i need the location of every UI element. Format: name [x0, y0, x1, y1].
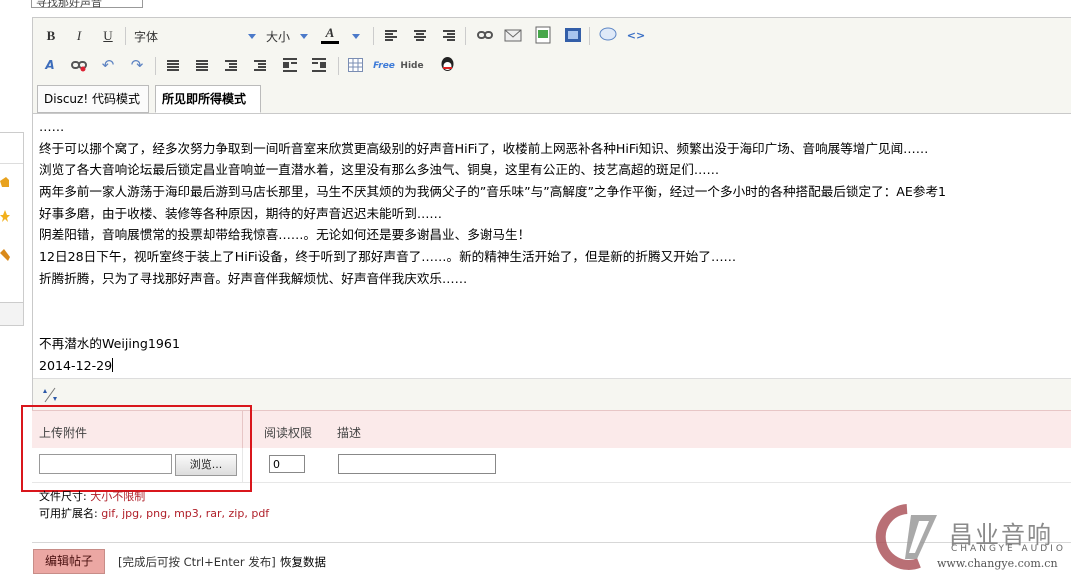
description-label: 描述	[337, 426, 362, 440]
editor-content[interactable]: …… 终于可以挪个窝了，经多次努力争取到一间听音室来欣赏更高级别的好声音HiFi…	[39, 116, 1071, 378]
content-line: 阴差阳错，音响展惯常的投票却带给我惊喜……。无论如何还是要多谢昌业、多谢马生！	[39, 227, 531, 243]
image-icon[interactable]	[535, 26, 551, 44]
text-caret	[112, 357, 114, 372]
file-size-line: 文件尺寸: 大小不限制	[39, 488, 269, 505]
qq-icon[interactable]	[440, 56, 455, 73]
permission-label: 阅读权限	[264, 426, 313, 440]
remove-format-icon[interactable]: A	[41, 56, 59, 74]
outdent-icon[interactable]	[225, 60, 237, 72]
left-panel-divider	[0, 163, 23, 164]
toolbar-separator	[465, 27, 466, 45]
align-left-icon[interactable]	[385, 30, 397, 42]
content-line: 两年多前一家人游荡于海印最后游到马店长那里，马生不厌其烦的为我俩父子的”音乐味”…	[39, 184, 947, 200]
font-select[interactable]: 字体	[134, 28, 158, 45]
description-input[interactable]	[338, 454, 496, 474]
highlight-box	[21, 405, 252, 492]
content-line: 浏览了各大音响论坛最后锁定昌业音响並一直潜水着，这里没有那么多浊气、铜臭，这里有…	[39, 162, 720, 178]
read-permission-input[interactable]: 0	[269, 455, 305, 473]
size-dropdown-arrow-icon[interactable]	[300, 34, 308, 39]
content-line: ……	[39, 119, 65, 134]
font-dropdown-arrow-icon[interactable]	[248, 34, 256, 39]
content-line	[39, 290, 1071, 312]
content-line: 好事多磨，由于收楼、装修等各种原因，期待的好声音迟迟未能听到……	[39, 205, 442, 221]
font-color-button[interactable]: A	[321, 24, 339, 44]
float-left-icon[interactable]	[283, 58, 297, 72]
brand-watermark: 昌业音响 CHANGYE AUDIO www.changye.com.cn	[867, 503, 1067, 575]
top-strip: 寻找那好声音	[0, 0, 1071, 14]
tab-code-mode[interactable]: Discuz! 代码模式	[37, 85, 149, 113]
toolbar-separator	[155, 57, 156, 75]
code-icon[interactable]: <>	[627, 26, 645, 44]
restore-data-link[interactable]: 恢复数据	[280, 554, 326, 570]
left-panel-footer	[0, 302, 24, 326]
subject-text: 寻找那好声音	[36, 0, 102, 9]
link-icon[interactable]	[477, 29, 493, 41]
content-line	[39, 311, 1071, 333]
align-center-icon[interactable]	[414, 30, 426, 42]
star-icon[interactable]	[0, 209, 10, 223]
table-icon[interactable]	[348, 58, 363, 72]
toolbar-separator	[589, 27, 590, 45]
underline-button[interactable]: U	[99, 27, 117, 45]
color-dropdown-arrow-icon[interactable]	[352, 34, 360, 39]
extensions-label: 可用扩展名:	[39, 507, 98, 520]
content-line: 折腾折腾，只为了寻找那好声音。好声音伴我解烦忧、好声音伴我庆欢乐……	[39, 270, 468, 286]
resize-handle-icon[interactable]	[41, 385, 59, 405]
edit-post-button[interactable]: 编辑帖子	[33, 549, 105, 574]
media-icon[interactable]	[564, 27, 582, 43]
editor-toolbar: B I U 字体 大小 A <> A ↶ ↷ Free Hide Discuz!…	[33, 18, 1071, 114]
file-size-value: 大小不限制	[90, 490, 146, 503]
ordered-list-icon[interactable]	[167, 60, 179, 72]
file-size-label: 文件尺寸:	[39, 490, 87, 503]
post-editor: B I U 字体 大小 A <> A ↶ ↷ Free Hide Discuz!…	[32, 17, 1071, 411]
changye-logo	[875, 504, 937, 570]
indent-icon[interactable]	[254, 60, 266, 72]
pencil-icon[interactable]	[0, 249, 10, 263]
extensions-line: 可用扩展名: gif, jpg, png, mp3, rar, zip, pdf	[39, 505, 269, 522]
quote-icon[interactable]	[599, 27, 617, 43]
content-line-last: 2014-12-29	[39, 355, 1071, 377]
redo-icon[interactable]: ↷	[128, 56, 146, 74]
extensions-value: gif, jpg, png, mp3, rar, zip, pdf	[101, 507, 270, 520]
toolbar-separator	[373, 27, 374, 45]
email-icon[interactable]	[504, 27, 522, 43]
brand-url: www.changye.com.cn	[937, 557, 1058, 570]
thumb-up-icon[interactable]	[0, 175, 10, 189]
bold-button[interactable]: B	[42, 27, 60, 45]
align-right-icon[interactable]	[443, 30, 455, 42]
submit-hint: [完成后可按 Ctrl+Enter 发布]	[118, 555, 276, 569]
content-line: 12日28日下午，视听室终于装上了HiFi设备，终于听到了那好声音了……。新的精…	[39, 249, 737, 265]
hide-button[interactable]: Hide	[400, 57, 424, 75]
italic-button[interactable]: I	[70, 27, 88, 45]
left-side-panel	[0, 132, 24, 304]
float-right-icon[interactable]	[312, 58, 326, 72]
attachment-info: 文件尺寸: 大小不限制 可用扩展名: gif, jpg, png, mp3, r…	[39, 488, 269, 522]
undo-icon[interactable]: ↶	[99, 56, 117, 74]
unordered-list-icon[interactable]	[196, 60, 208, 72]
free-button[interactable]: Free	[372, 57, 396, 75]
brand-name-en: CHANGYE AUDIO	[951, 544, 1066, 554]
toolbar-separator	[338, 57, 339, 75]
unlink-icon[interactable]	[71, 58, 87, 72]
content-line: 终于可以挪个窝了，经多次努力争取到一间听音室来欣赏更高级别的好声音HiFi了，收…	[39, 140, 929, 156]
content-line: 不再潜水的Weijing1961	[39, 335, 180, 351]
subject-field[interactable]: 寻找那好声音	[31, 0, 143, 9]
toolbar-separator	[125, 27, 126, 45]
size-select[interactable]: 大小	[266, 28, 290, 45]
tab-wysiwyg-mode[interactable]: 所见即所得模式	[155, 85, 261, 113]
content-line: 2014-12-29	[39, 357, 113, 373]
